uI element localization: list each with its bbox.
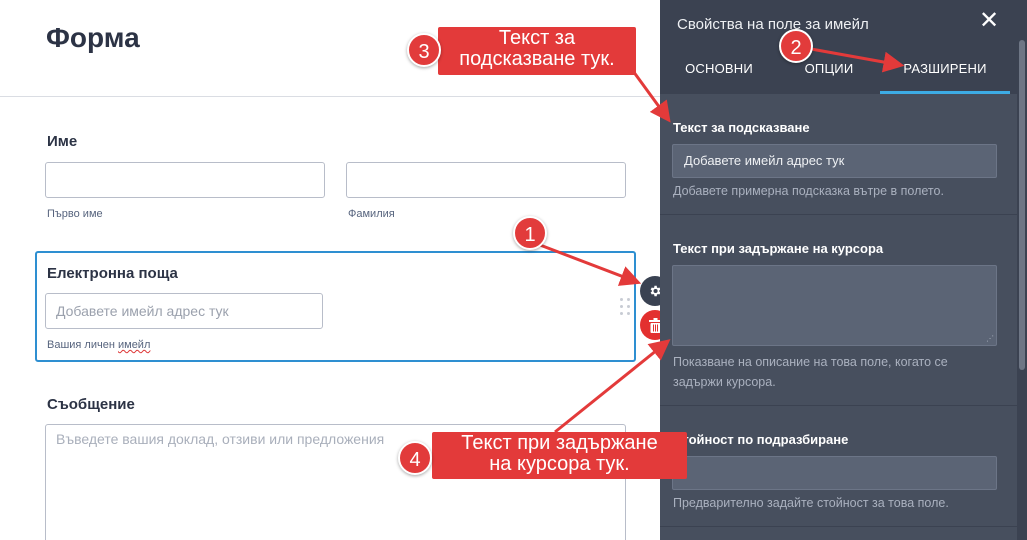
first-name-input[interactable] — [45, 162, 325, 198]
callout-3-line-1: Текст за — [498, 27, 576, 49]
placeholder-text-input[interactable]: Добавете имейл адрес тук — [672, 144, 997, 178]
hover-text-section: Текст при задържане на курсора ⋰ Показва… — [660, 215, 1019, 406]
email-sublabel-prefix: Вашия личен — [47, 339, 118, 351]
hover-text-help: Показване на описание на това поле, кога… — [673, 352, 948, 392]
callout-4: Текст при задържане на курсора тук. — [432, 432, 687, 479]
callout-3-line-2: подсказване тук. — [459, 48, 615, 70]
placeholder-help: Добавете примерна подсказка вътре в поле… — [673, 184, 944, 198]
default-value-section: Стойност по подразбиране Предварително з… — [660, 406, 1019, 527]
annotation-badge-2: 2 — [779, 29, 813, 63]
hover-help-line-1: Показване на описание на това поле, кога… — [673, 355, 948, 369]
default-value-input[interactable] — [672, 456, 997, 490]
panel-title: Свойства на поле за имейл — [677, 16, 869, 33]
callout-4-line-2: на курсора тук. — [489, 453, 630, 475]
panel-header: Свойства на поле за имейл ✕ — [660, 0, 1027, 48]
panel-tabs: ОСНОВНИ ОПЦИИ РАЗШИРЕНИ — [660, 48, 1027, 94]
hover-help-line-2: задържи курсора. — [673, 375, 776, 389]
last-name-sublabel: Фамилия — [348, 208, 395, 220]
first-name-sublabel: Първо име — [47, 208, 103, 220]
placeholder-label: Текст за подсказване — [673, 120, 810, 135]
name-field-label[interactable]: Име — [47, 133, 77, 150]
email-input[interactable]: Добавете имейл адрес тук — [45, 293, 323, 329]
title-divider — [0, 96, 660, 97]
message-field-label[interactable]: Съобщение — [47, 396, 135, 413]
default-value-label: Стойност по подразбиране — [673, 432, 849, 447]
email-sublabel-misspelled: имейл — [117, 339, 151, 351]
last-name-input[interactable] — [346, 162, 626, 198]
annotation-badge-4: 4 — [398, 441, 432, 475]
tab-basic[interactable]: ОСНОВНИ — [660, 48, 778, 94]
drag-handle-icon[interactable] — [620, 298, 632, 318]
form-title[interactable]: Форма — [46, 22, 140, 54]
tab-advanced[interactable]: РАЗШИРЕНИ — [880, 48, 1010, 94]
hover-text-textarea[interactable]: ⋰ — [672, 265, 997, 346]
annotation-badge-3: 3 — [407, 33, 441, 67]
annotation-badge-1: 1 — [513, 216, 547, 250]
email-field-label[interactable]: Електронна поща — [47, 265, 178, 282]
placeholder-section: Текст за подсказване Добавете имейл адре… — [660, 94, 1019, 215]
resize-grip-icon[interactable]: ⋰ — [986, 335, 994, 343]
callout-3: Текст за подсказване тук. — [438, 27, 636, 75]
properties-panel: Свойства на поле за имейл ✕ ОСНОВНИ ОПЦИ… — [660, 0, 1027, 540]
panel-scroll-thumb[interactable] — [1019, 40, 1025, 370]
hover-text-label: Текст при задържане на курсора — [673, 241, 884, 256]
default-value-help: Предварително задайте стойност за това п… — [673, 496, 949, 510]
callout-4-line-1: Текст при задържане — [461, 432, 658, 454]
close-icon[interactable]: ✕ — [978, 9, 1000, 33]
email-sublabel: Вашия личен имейл — [47, 339, 150, 351]
